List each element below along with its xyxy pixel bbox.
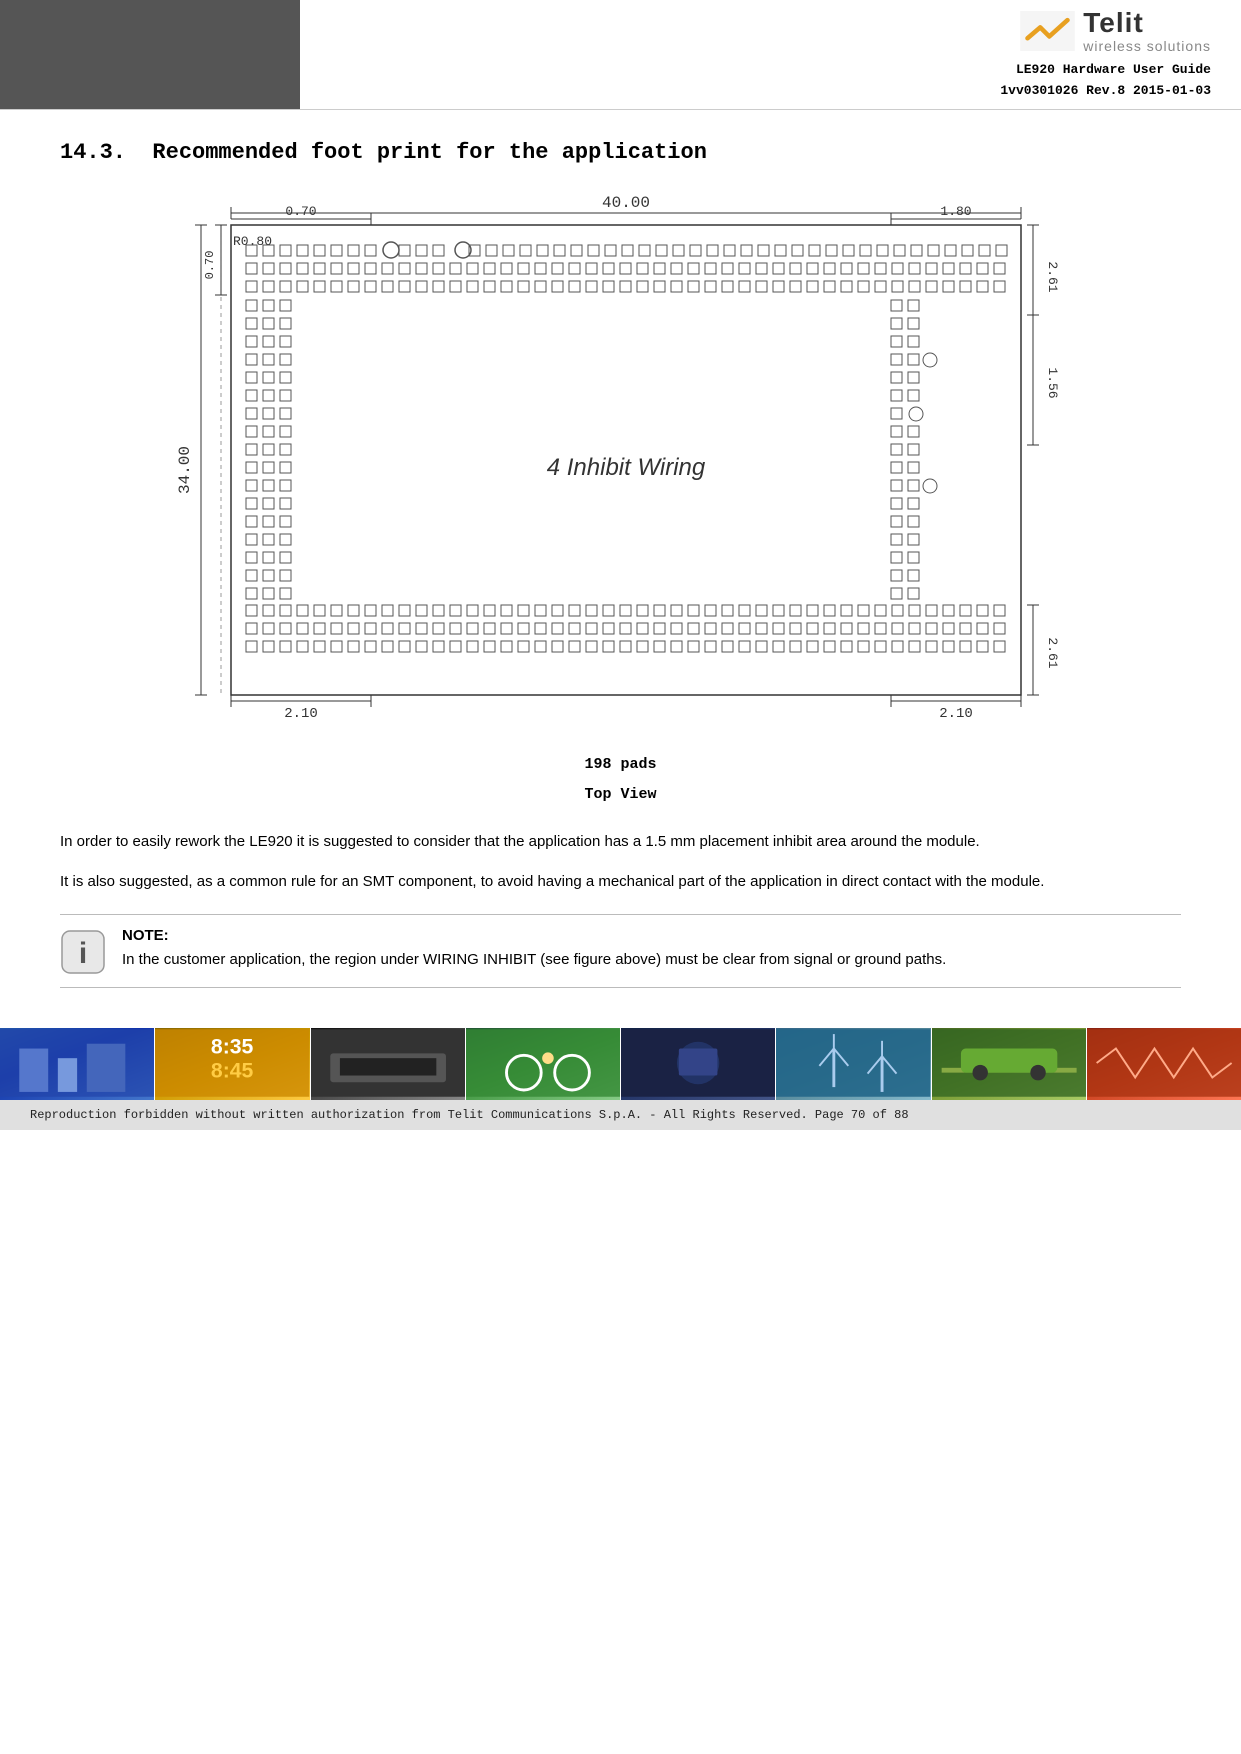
header-left-block (0, 0, 300, 109)
footer-img-2: 8:35 8:45 (155, 1028, 309, 1100)
doc-title-line1: LE920 Hardware User Guide (1000, 60, 1211, 81)
svg-text:4 Inhibit Wiring: 4 Inhibit Wiring (546, 454, 705, 481)
svg-text:8:45: 8:45 (211, 1059, 254, 1082)
section-heading: 14.3. Recommended foot print for the app… (60, 140, 1181, 165)
body-paragraph-1: In order to easily rework the LE920 it i… (60, 830, 1181, 854)
doc-title-line2: 1vv0301026 Rev.8 2015-01-03 (1000, 81, 1211, 102)
body-paragraph-2: It is also suggested, as a common rule f… (60, 870, 1181, 894)
svg-text:1.56: 1.56 (1045, 367, 1060, 398)
svg-text:i: i (79, 937, 87, 970)
footer-img-4 (466, 1028, 620, 1100)
svg-text:0.70: 0.70 (203, 251, 217, 280)
note-label: NOTE: (122, 927, 1181, 944)
svg-text:8:35: 8:35 (211, 1035, 254, 1058)
svg-text:R0.80: R0.80 (233, 234, 272, 249)
diagram-container: 40.00 0.70 1.80 34.00 0.70 (60, 185, 1181, 740)
footer-img-6 (776, 1028, 930, 1100)
page-content: 14.3. Recommended foot print for the app… (0, 110, 1241, 1008)
svg-text:40.00: 40.00 (601, 194, 649, 212)
caption-view: Top View (60, 780, 1181, 810)
svg-text:0.70: 0.70 (285, 204, 316, 219)
svg-text:2.61: 2.61 (1045, 637, 1060, 668)
telit-brand-name: Telit (1083, 8, 1211, 39)
svg-text:34.00: 34.00 (176, 446, 194, 494)
svg-text:1.80: 1.80 (940, 204, 971, 219)
note-text: In the customer application, the region … (122, 948, 1181, 972)
telit-logo-icon (1020, 11, 1075, 51)
telit-logo-text: Telit wireless solutions (1083, 8, 1211, 54)
footer-img-8 (1087, 1028, 1241, 1100)
footer-img-5 (621, 1028, 775, 1100)
svg-text:2.10: 2.10 (284, 706, 318, 722)
caption-pads: 198 pads (60, 750, 1181, 780)
footer-img-3 (311, 1028, 465, 1100)
svg-text:2.61: 2.61 (1045, 261, 1060, 292)
note-icon: i (60, 929, 106, 975)
doc-title: LE920 Hardware User Guide 1vv0301026 Rev… (1000, 60, 1211, 102)
header-right: Telit wireless solutions LE920 Hardware … (300, 0, 1241, 109)
note-box: i NOTE: In the customer application, the… (60, 914, 1181, 988)
footer-images: 8:35 8:45 (0, 1028, 1241, 1100)
diagram-captions: 198 pads Top View (60, 750, 1181, 810)
footer-img-1 (0, 1028, 154, 1100)
note-content: NOTE: In the customer application, the r… (122, 927, 1181, 972)
telit-logo: Telit wireless solutions (1020, 8, 1211, 54)
footer-img-7 (932, 1028, 1086, 1100)
page-header: Telit wireless solutions LE920 Hardware … (0, 0, 1241, 110)
diagram-svg: 40.00 0.70 1.80 34.00 0.70 (171, 185, 1071, 740)
telit-brand-subtitle: wireless solutions (1083, 39, 1211, 54)
svg-text:2.10: 2.10 (939, 706, 973, 722)
page-footer: 8:35 8:45 (0, 1028, 1241, 1270)
footer-copyright: Reproduction forbidden without written a… (0, 1100, 1241, 1130)
